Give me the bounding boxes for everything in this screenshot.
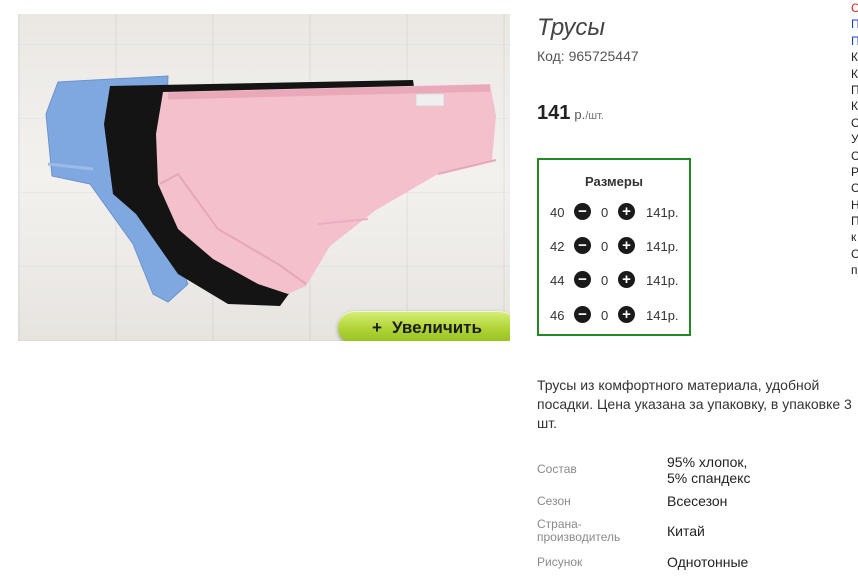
size-price: 141р. xyxy=(646,239,679,254)
size-row: 40 − 0 + 141р. xyxy=(539,201,689,225)
property-row: Состав 95% хлопок, 5% спандекс xyxy=(537,452,837,487)
price-currency: р. xyxy=(574,107,586,122)
side-item[interactable]: П xyxy=(851,16,858,32)
product-price: 141 р./шт. xyxy=(537,102,604,125)
size-price: 141р. xyxy=(646,273,679,288)
property-key: Страна-производитель xyxy=(537,515,667,547)
product-image[interactable]: + Увеличить xyxy=(18,14,510,341)
minus-icon[interactable]: − xyxy=(574,203,591,220)
product-photo-illustration xyxy=(45,75,497,306)
price-value: 141 xyxy=(537,102,571,124)
side-item: Н xyxy=(851,197,858,212)
sizes-title: Размеры xyxy=(585,174,643,189)
zoom-button-label: Увеличить xyxy=(391,317,482,337)
size-row: 44 − 0 + 141р. xyxy=(539,269,689,293)
plus-icon[interactable]: + xyxy=(618,203,635,220)
side-item: Р xyxy=(851,164,858,179)
zoom-button[interactable]: + Увеличить xyxy=(338,311,510,341)
property-value: Китай xyxy=(667,523,705,539)
size-label: 46 xyxy=(550,308,565,323)
minus-icon[interactable]: − xyxy=(574,237,591,254)
price-per-unit: /шт. xyxy=(585,110,604,122)
size-quantity: 0 xyxy=(601,308,609,323)
minus-icon[interactable]: − xyxy=(574,306,591,323)
size-price: 141р. xyxy=(646,205,679,220)
property-value: Всесезон xyxy=(667,493,728,509)
side-item: п xyxy=(851,263,858,278)
product-title: Трусы xyxy=(537,14,606,41)
size-price: 141р. xyxy=(646,308,679,323)
plus-icon[interactable]: + xyxy=(618,237,635,254)
minus-icon[interactable]: − xyxy=(574,271,591,288)
size-quantity: 0 xyxy=(601,273,609,288)
side-item: П xyxy=(851,82,858,97)
side-item: С xyxy=(851,181,858,196)
plus-icon[interactable]: + xyxy=(618,306,635,323)
plus-icon: + xyxy=(372,317,382,337)
side-item: С xyxy=(851,148,858,163)
property-key-text: Страна-производитель xyxy=(537,517,621,544)
plus-icon[interactable]: + xyxy=(618,271,635,288)
size-row: 42 − 0 + 141р. xyxy=(539,235,689,259)
size-quantity: 0 xyxy=(601,205,609,220)
property-row: Сезон Всесезон xyxy=(537,487,837,515)
sizes-panel: Размеры 40 − 0 + 141р. 42 − 0 + 141р. 44… xyxy=(537,158,691,336)
side-item: С xyxy=(851,115,858,130)
product-description: Трусы из комфортного материала, удобной … xyxy=(537,377,852,431)
side-item[interactable]: П xyxy=(851,33,858,49)
property-key: Рисунок xyxy=(537,554,583,569)
properties-table: Состав 95% хлопок, 5% спандекс Сезон Все… xyxy=(537,452,837,577)
property-key: Сезон xyxy=(537,493,571,508)
size-label: 44 xyxy=(550,273,565,288)
size-label: 40 xyxy=(550,205,565,220)
side-item: К xyxy=(851,50,858,65)
size-quantity: 0 xyxy=(601,239,609,254)
side-item: К xyxy=(851,99,858,114)
side-item: С xyxy=(851,246,858,261)
property-key: Состав xyxy=(537,462,577,476)
side-item: П xyxy=(851,214,858,229)
side-item: К xyxy=(851,66,858,81)
side-item[interactable]: С xyxy=(851,0,858,16)
product-code: Код: 965725447 xyxy=(537,48,639,64)
side-column: С П П К К П К С У С Р С Н П к С п xyxy=(851,0,858,279)
property-value-text: 95% хлопок, 5% спандекс xyxy=(667,453,751,486)
property-row: Страна-производитель Китай xyxy=(537,515,837,547)
size-label: 42 xyxy=(550,239,565,254)
property-row: Рисунок Однотонные xyxy=(537,547,837,577)
size-row: 46 − 0 + 141р. xyxy=(539,304,689,328)
property-value: Однотонные xyxy=(667,554,749,570)
side-item: к xyxy=(851,230,857,245)
property-value: 95% хлопок, 5% спандекс xyxy=(667,452,837,487)
side-item: У xyxy=(851,132,858,147)
